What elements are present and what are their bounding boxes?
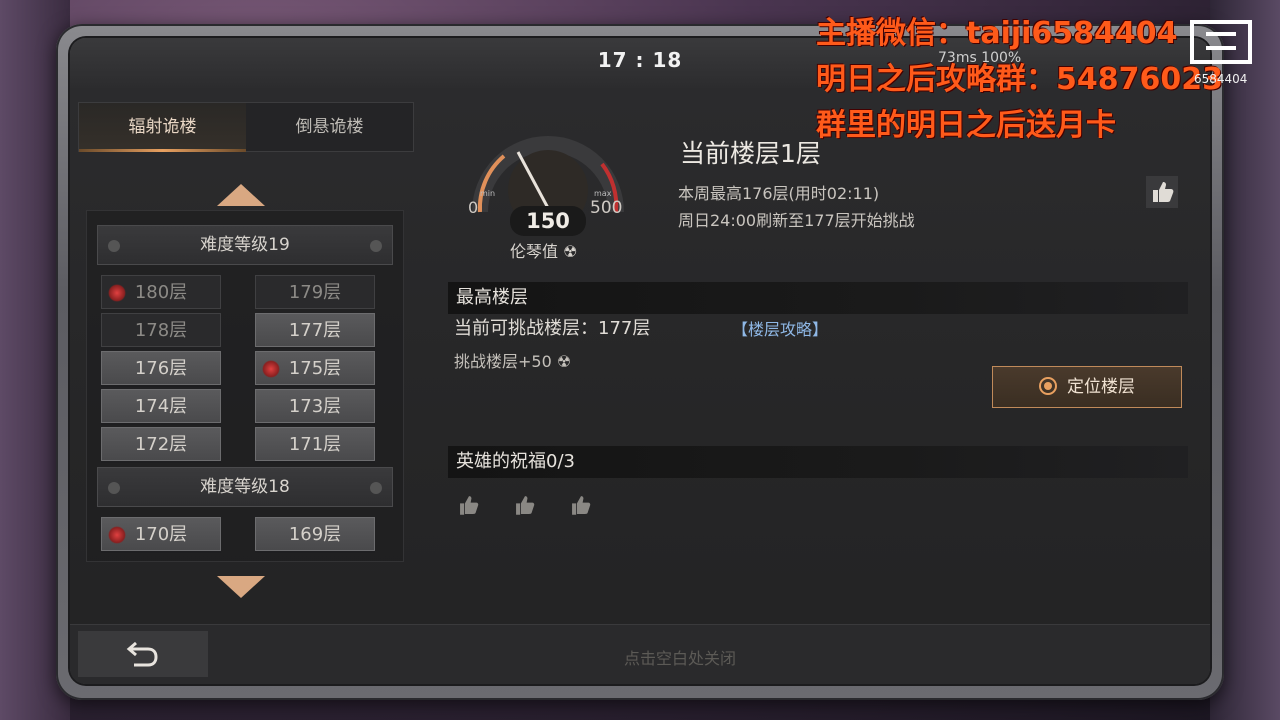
gauge-value: 150 — [510, 206, 586, 236]
gauge-min-tick: min — [480, 189, 495, 198]
challenge-bonus: 挑战楼层+50 ☢ — [454, 352, 572, 371]
stream-logo-icon — [1190, 20, 1252, 64]
floor-list[interactable]: 难度等级19 180层 179层 178层 177层 176层 175层 174… — [86, 210, 404, 562]
clock: 17 : 18 — [597, 48, 683, 72]
stream-logo-id: 6584404 — [1194, 72, 1248, 86]
section-hero-blessing: 英雄的祝福0/3 — [448, 446, 1188, 478]
gauge-max-tick: max — [594, 189, 612, 198]
floor-button[interactable]: 174层 — [101, 389, 221, 423]
section-highest-floor: 最高楼层 — [448, 282, 1188, 314]
scroll-up-arrow-icon[interactable] — [217, 184, 265, 206]
floor-button[interactable]: 172层 — [101, 427, 221, 461]
bottom-bar: 点击空白处关闭 — [70, 624, 1210, 684]
locate-floor-label: 定位楼层 — [1067, 377, 1135, 397]
tower-tabs: 辐射诡楼 倒悬诡楼 — [78, 102, 414, 152]
scroll-down-arrow-icon[interactable] — [217, 576, 265, 598]
floor-guide-link[interactable]: 【楼层攻略】 — [732, 316, 828, 340]
close-hint[interactable]: 点击空白处关闭 — [540, 645, 820, 669]
difficulty-label: 难度等级19 — [200, 235, 290, 255]
overlay-wechat: 主播微信：taiji6584404 — [816, 16, 1178, 51]
dot-icon — [108, 240, 120, 252]
week-best: 本周最高176层(用时02:11) — [678, 184, 880, 203]
thumbs-up-icon — [1153, 182, 1174, 202]
dot-icon — [370, 482, 382, 494]
overlay-promo: 群里的明日之后送月卡 — [816, 108, 1116, 143]
back-button[interactable] — [78, 631, 208, 677]
difficulty-label: 难度等级18 — [200, 477, 290, 497]
target-icon — [1039, 376, 1057, 395]
gauge-max: 500 — [590, 198, 623, 218]
floor-button[interactable]: 176层 — [101, 351, 221, 385]
tab-radiation-tower[interactable]: 辐射诡楼 — [79, 103, 246, 152]
floor-button[interactable]: 178层 — [101, 313, 221, 347]
thumbs-up-icon[interactable] — [568, 492, 594, 518]
gauge-label: 伦琴值 ☢ — [510, 242, 578, 261]
dot-icon — [108, 482, 120, 494]
floor-button[interactable]: 170层 — [101, 517, 221, 551]
thumbs-up-icon[interactable] — [456, 492, 482, 518]
thumbs-up-icon[interactable] — [512, 492, 538, 518]
current-floor: 当前楼层1层 — [680, 139, 821, 168]
floor-button[interactable]: 177层 — [255, 313, 375, 347]
tab-inverted-tower[interactable]: 倒悬诡楼 — [246, 103, 413, 151]
blessing-thumbs — [456, 492, 594, 518]
floor-button[interactable]: 175层 — [255, 351, 375, 385]
difficulty-header: 难度等级19 — [97, 225, 393, 265]
floor-button[interactable]: 171层 — [255, 427, 375, 461]
floor-button[interactable]: 169层 — [255, 517, 375, 551]
challenge-floor: 当前可挑战楼层：177层 — [454, 318, 651, 339]
overlay-group: 明日之后攻略群：54876023 — [816, 62, 1223, 97]
locate-floor-button[interactable]: 定位楼层 — [992, 366, 1182, 408]
like-button[interactable] — [1146, 176, 1178, 208]
roentgen-gauge: min max 0 500 150 伦琴值 ☢ — [460, 112, 636, 262]
difficulty-header: 难度等级18 — [97, 467, 393, 507]
gauge-min: 0 — [468, 198, 479, 217]
back-arrow-icon — [126, 641, 158, 667]
floor-button[interactable]: 180层 — [101, 275, 221, 309]
floor-button[interactable]: 179层 — [255, 275, 375, 309]
floor-button[interactable]: 173层 — [255, 389, 375, 423]
refresh-info: 周日24:00刷新至177层开始挑战 — [678, 211, 915, 230]
dot-icon — [370, 240, 382, 252]
